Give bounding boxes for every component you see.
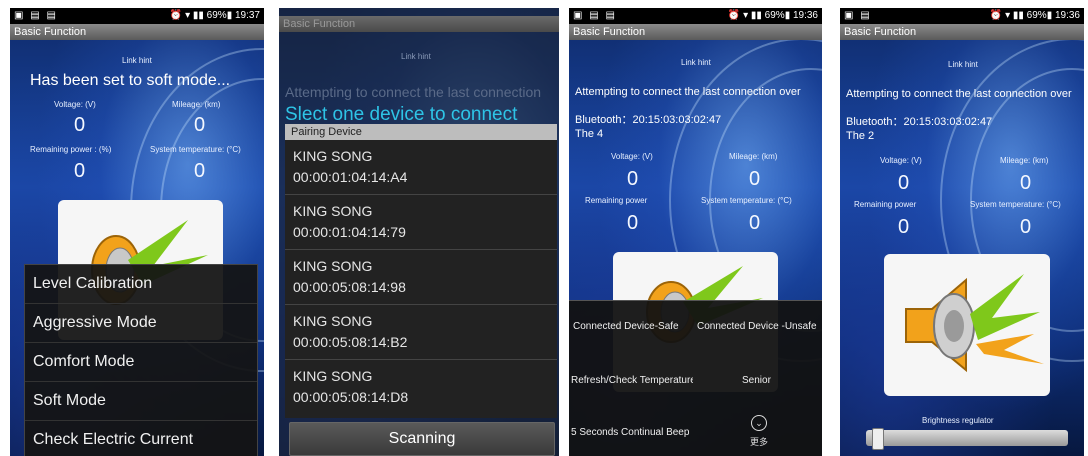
pairing-device-header: Pairing Device (285, 124, 557, 140)
screen-3: ▣ ▤ ▤ ⏰ ▾ ▮▮ 69%▮ 19:36 Basic Function L… (569, 8, 822, 456)
brightness-regulator-label: Brightness regulator (922, 416, 994, 425)
status-right: ⏰ ▾ ▮▮ 69%▮ 19:37 (169, 10, 260, 21)
remaining-power-label: Remaining power (585, 196, 648, 205)
screen-4: ▣ ▤ ⏰ ▾ ▮▮ 69%▮ 19:36 Basic Function Lin… (840, 8, 1084, 456)
connection-count: The 2 (846, 130, 875, 142)
brightness-slider-knob[interactable] (871, 428, 884, 450)
voltage-value: 0 (74, 114, 86, 136)
app-title: Basic Function (569, 24, 822, 40)
device-name: KING SONG (293, 368, 373, 384)
notification-icons: ▣ ▤ ▤ (14, 10, 58, 21)
mileage-value: 0 (194, 114, 206, 136)
mileage-label: Mileage: (km) (1000, 156, 1049, 165)
link-hint-label: Link hint (681, 58, 711, 67)
menu-item-comfort-mode[interactable]: Comfort Mode (25, 343, 257, 382)
status-bar: ▣ ▤ ▤ ⏰ ▾ ▮▮ 69%▮ 19:37 (10, 8, 264, 24)
mode-status-text: Has been set to soft mode... (30, 72, 231, 89)
system-temperature-value: 0 (194, 160, 206, 182)
system-temperature-value: 0 (749, 212, 761, 234)
menu-item-aggressive-mode[interactable]: Aggressive Mode (25, 304, 257, 343)
menu-item-soft-mode[interactable]: Soft Mode (25, 382, 257, 421)
speaker-logo[interactable] (884, 254, 1050, 396)
status-right: ⏰ ▾ ▮▮ 69%▮ 19:36 (727, 10, 818, 21)
mileage-value: 0 (749, 168, 761, 190)
notification-icons: ▣ ▤ (844, 10, 872, 21)
attempt-connect-text: Attempting to connect the last connectio… (846, 88, 1072, 100)
option-connected-device-safe[interactable]: Connected Device-Safe (573, 321, 693, 332)
system-temperature-label: System temperature: (°C) (701, 196, 792, 205)
connection-count: The 4 (575, 128, 604, 140)
screen-1: ▣ ▤ ▤ ⏰ ▾ ▮▮ 69%▮ 19:37 Basic Function L… (10, 8, 264, 456)
more-label: 更多 (749, 437, 768, 447)
system-temperature-label: System temperature: (°C) (970, 200, 1061, 209)
device-row[interactable]: KING SONG 00:00:05:08:14:98 (285, 250, 557, 305)
chevron-down-icon: ⌄ (751, 415, 767, 431)
mileage-label: Mileage: (km) (172, 100, 221, 109)
voltage-label: Voltage: (V) (880, 156, 922, 165)
bluetooth-address: Bluetooth：20:15:03:03:02:47 (846, 116, 993, 128)
remaining-power-label: Remaining power : (%) (30, 145, 112, 154)
option-senior[interactable]: Senior (742, 375, 771, 386)
link-hint-label: Link hint (401, 52, 431, 61)
system-temperature-label: System temperature: (°C) (150, 145, 241, 154)
device-row[interactable]: KING SONG 00:00:01:04:14:A4 (285, 140, 557, 195)
select-device-title: Slect one device to connect (285, 104, 518, 125)
remaining-power-value: 0 (74, 160, 86, 182)
voltage-label: Voltage: (V) (54, 100, 96, 109)
attempt-connect-text: Attempting to connect the last connectio… (285, 84, 542, 100)
bluetooth-address: Bluetooth：20:15:03:03:02:47 (575, 114, 722, 126)
notification-icons: ▣ ▤ ▤ (573, 10, 617, 21)
status-bar: ▣ ▤ ▤ ⏰ ▾ ▮▮ 69%▮ 19:36 (569, 8, 822, 24)
option-5-seconds-beep[interactable]: 5 Seconds Continual Beep (571, 427, 693, 438)
options-menu: Level Calibration Aggressive Mode Comfor… (24, 264, 258, 456)
voltage-label: Voltage: (V) (611, 152, 653, 161)
status-right: ⏰ ▾ ▮▮ 69%▮ 19:36 (989, 10, 1080, 21)
device-mac: 00:00:01:04:14:79 (293, 224, 406, 240)
options-grid-menu: Connected Device-Safe Connected Device -… (569, 300, 822, 456)
device-row[interactable]: KING SONG 00:00:05:08:14:D8 (285, 360, 557, 415)
device-mac: 00:00:01:04:14:A4 (293, 169, 408, 185)
device-mac: 00:00:05:08:14:B2 (293, 334, 408, 350)
attempt-connect-text: Attempting to connect the last connectio… (575, 86, 801, 98)
app-title: Basic Function (10, 24, 264, 40)
remaining-power-value: 0 (627, 212, 639, 234)
option-connected-device-unsafe[interactable]: Connected Device -Unsafe (697, 321, 819, 332)
link-hint-label: Link hint (122, 56, 152, 65)
device-row[interactable]: KING SONG 00:00:05:08:14:B2 (285, 305, 557, 360)
device-list: KING SONG 00:00:01:04:14:A4 KING SONG 00… (285, 140, 557, 418)
mileage-value: 0 (1020, 172, 1032, 194)
system-temperature-value: 0 (1020, 216, 1032, 238)
menu-item-check-electric-current[interactable]: Check Electric Current (25, 421, 257, 456)
speaker-icon (905, 274, 1044, 373)
link-hint-label: Link hint (948, 60, 978, 69)
voltage-value: 0 (627, 168, 639, 190)
app-title: Basic Function (279, 16, 559, 32)
more-button[interactable]: ⌄ 更多 (747, 415, 771, 451)
status-bar: ▣ ▤ ⏰ ▾ ▮▮ 69%▮ 19:36 (840, 8, 1084, 24)
app-title: Basic Function (840, 24, 1084, 40)
remaining-power-label: Remaining power (854, 200, 917, 209)
scanning-button[interactable]: Scanning (289, 422, 555, 456)
device-name: KING SONG (293, 203, 373, 219)
remaining-power-value: 0 (898, 216, 910, 238)
device-name: KING SONG (293, 313, 373, 329)
mileage-label: Mileage: (km) (729, 152, 778, 161)
option-refresh-check-temperature[interactable]: Refresh/Check Temperature (571, 375, 693, 386)
screen-2: Basic Function Link hint Attempting to c… (279, 8, 559, 456)
device-mac: 00:00:05:08:14:98 (293, 279, 406, 295)
device-row[interactable]: KING SONG 00:00:01:04:14:79 (285, 195, 557, 250)
device-name: KING SONG (293, 148, 373, 164)
brightness-slider[interactable] (866, 428, 1068, 450)
menu-item-level-calibration[interactable]: Level Calibration (25, 265, 257, 304)
voltage-value: 0 (898, 172, 910, 194)
device-name: KING SONG (293, 258, 373, 274)
device-mac: 00:00:05:08:14:D8 (293, 389, 409, 405)
